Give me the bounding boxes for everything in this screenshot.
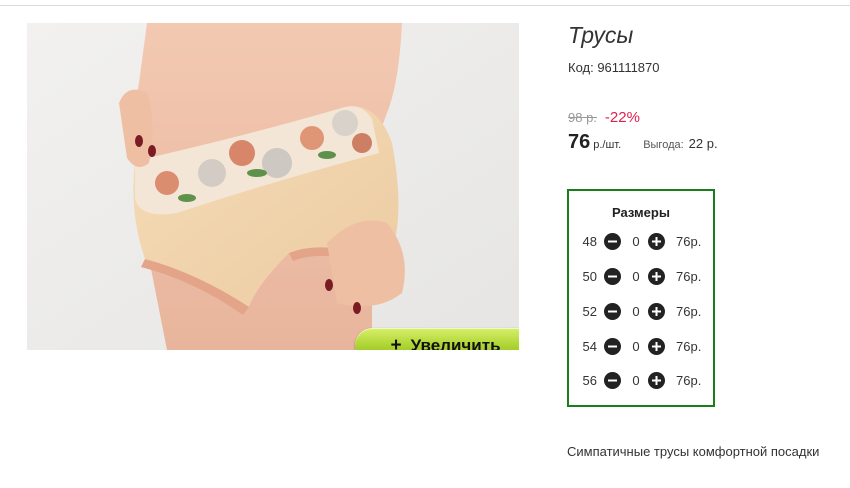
quantity-value: 0 (632, 373, 640, 388)
minus-circle-icon[interactable] (604, 233, 621, 250)
quantity-value: 0 (632, 234, 640, 249)
size-label: 54 (582, 339, 597, 354)
plus-circle-icon[interactable] (648, 303, 665, 320)
product-photo-illustration (27, 23, 519, 350)
plus-circle-icon[interactable] (648, 338, 665, 355)
product-code: Код: 961111870 (568, 60, 660, 75)
old-price: 98 р. (568, 110, 597, 125)
size-label: 50 (582, 269, 597, 284)
old-price-row: 98 р. -22% (568, 109, 848, 126)
discount-badge: -22% (604, 109, 640, 126)
current-price: 76 (568, 131, 591, 153)
plus-circle-icon[interactable] (648, 268, 665, 285)
size-price: 76р. (676, 373, 702, 388)
minus-circle-icon[interactable] (604, 338, 621, 355)
minus-circle-icon[interactable] (604, 303, 621, 320)
plus-circle-icon[interactable] (648, 233, 665, 250)
zoom-button[interactable]: + Увеличить (355, 328, 519, 350)
savings-label: Выгода: (643, 139, 684, 151)
size-price: 76р. (676, 269, 702, 284)
size-label: 56 (582, 373, 597, 388)
size-row: 48 0 76р. (569, 232, 713, 252)
sizes-panel: Размеры 48 0 76р. 50 0 76р. 52 0 76р. 54… (567, 189, 715, 407)
minus-circle-icon[interactable] (604, 268, 621, 285)
size-row: 54 0 76р. (569, 337, 713, 357)
product-title: Трусы (568, 22, 634, 48)
size-label: 48 (582, 234, 597, 249)
plus-icon: + (390, 335, 402, 350)
price-row: 76 р./шт. Выгода: 22 р. (568, 131, 848, 154)
size-row: 52 0 76р. (569, 302, 713, 322)
size-price: 76р. (676, 304, 702, 319)
top-divider (0, 5, 850, 6)
product-info: Трусы Код: 961111870 98 р. -22% 76 р./шт… (568, 20, 848, 154)
size-price: 76р. (676, 234, 702, 249)
minus-circle-icon[interactable] (604, 372, 621, 389)
size-label: 52 (582, 304, 597, 319)
savings-value: 22 р. (688, 136, 718, 151)
size-row: 56 0 76р. (569, 371, 713, 391)
quantity-value: 0 (632, 304, 640, 319)
quantity-value: 0 (632, 339, 640, 354)
sizes-title: Размеры (612, 205, 670, 220)
price-unit: р./шт. (593, 139, 622, 151)
plus-circle-icon[interactable] (648, 372, 665, 389)
product-image[interactable]: + Увеличить (27, 23, 519, 350)
size-row: 50 0 76р. (569, 267, 713, 287)
size-price: 76р. (676, 339, 702, 354)
zoom-button-label: Увеличить (410, 335, 501, 351)
product-description: Симпатичные трусы комфортной посадки (567, 444, 820, 459)
quantity-value: 0 (632, 269, 640, 284)
